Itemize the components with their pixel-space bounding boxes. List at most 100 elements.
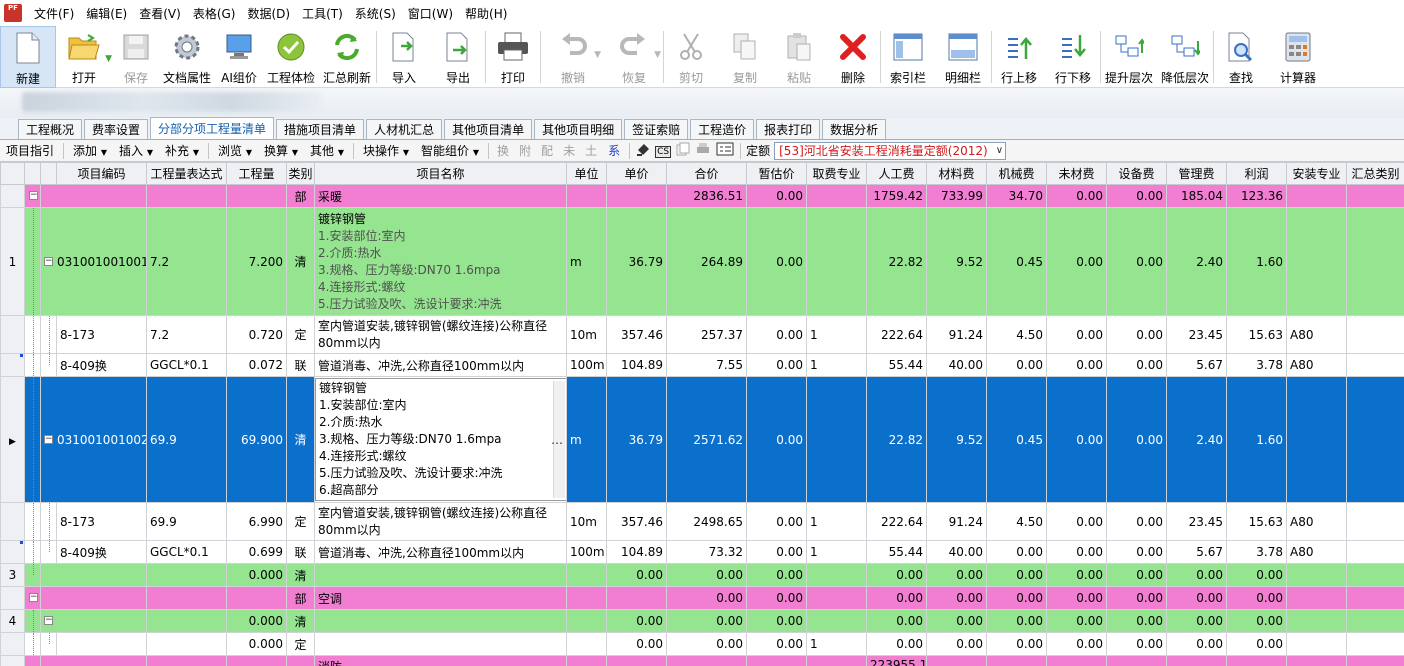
name-cell[interactable]: 室内管道安装,镀锌钢管(螺纹连接)公称直径80mm以内	[314, 502, 567, 541]
code-cell[interactable]	[40, 655, 147, 666]
header-total[interactable]: 合价	[666, 162, 747, 185]
coefficient-button[interactable]: 系	[602, 142, 626, 159]
estimated-cell[interactable]: 0.00	[746, 353, 807, 377]
summary-cell[interactable]	[1346, 184, 1404, 208]
delete-button[interactable]: 删除	[826, 26, 880, 88]
summary-cell[interactable]	[1346, 586, 1404, 610]
spec-cell[interactable]	[1286, 632, 1347, 656]
management-cell[interactable]: 23.45	[1166, 315, 1227, 354]
category-cell[interactable]: 定	[286, 315, 315, 354]
code-cell[interactable]: 8-409换	[56, 540, 147, 564]
unit-cell[interactable]: m	[566, 207, 607, 316]
tab-report-print[interactable]: 报表打印	[756, 119, 821, 139]
quantity-cell[interactable]: 0.072	[226, 353, 287, 377]
total-cell[interactable]: 0.00	[666, 586, 747, 610]
header-category[interactable]: 类别	[286, 162, 315, 185]
block-operation-menu[interactable]: 块操作 ▼	[357, 142, 415, 159]
material-cell[interactable]	[926, 655, 987, 666]
price-cell[interactable]	[606, 655, 667, 666]
summary-cell[interactable]	[1346, 207, 1404, 316]
collapse-icon[interactable]: −	[29, 593, 38, 602]
profit-cell[interactable]: 3.78	[1226, 353, 1287, 377]
material-cell[interactable]: 91.24	[926, 315, 987, 354]
material-cell[interactable]: 0.00	[926, 632, 987, 656]
total-cell[interactable]: 0.00	[666, 609, 747, 633]
unpriced-cell[interactable]	[1046, 655, 1107, 666]
header-name[interactable]: 项目名称	[314, 162, 567, 185]
collapse-icon[interactable]: −	[29, 191, 38, 200]
name-cell[interactable]: 消防	[314, 655, 567, 666]
labor-cell[interactable]: 22.82	[866, 376, 927, 503]
quantity-cell[interactable]: 0.000	[226, 563, 287, 587]
header-expression[interactable]: 工程量表达式	[146, 162, 227, 185]
collapse-icon[interactable]: −	[44, 256, 53, 266]
spec-cell[interactable]	[1286, 655, 1347, 666]
ai-price-button[interactable]: AI组价	[214, 26, 264, 88]
unpriced-cell[interactable]: 0.00	[1046, 353, 1107, 377]
estimated-cell[interactable]: 0.00	[746, 502, 807, 541]
management-cell[interactable]: 5.67	[1166, 540, 1227, 564]
tree-cell[interactable]: −	[24, 586, 41, 610]
profit-cell[interactable]: 1.60	[1226, 376, 1287, 503]
profit-cell[interactable]: 3.78	[1226, 540, 1287, 564]
save-button[interactable]: 保存	[112, 26, 160, 88]
add-menu[interactable]: 添加 ▼	[67, 142, 113, 159]
header-material[interactable]: 材料费	[926, 162, 987, 185]
material-cell[interactable]: 0.00	[926, 609, 987, 633]
header-unpriced-material[interactable]: 未材费	[1046, 162, 1107, 185]
category-cell[interactable]: 清	[286, 207, 315, 316]
unpriced-cell[interactable]: 0.00	[1046, 586, 1107, 610]
quantity-cell[interactable]: 0.000	[226, 609, 287, 633]
menu-view[interactable]: 查看(V)	[133, 5, 187, 22]
equipment-cell[interactable]: 0.00	[1106, 632, 1167, 656]
price-cell[interactable]: 36.79	[606, 376, 667, 503]
price-cell[interactable]	[606, 184, 667, 208]
name-cell[interactable]: 管道消毒、冲洗,公称直径100mm以内	[314, 540, 567, 564]
supplement-menu[interactable]: 补充 ▼	[159, 142, 205, 159]
equipment-cell[interactable]: 0.00	[1106, 502, 1167, 541]
new-button[interactable]: 新建	[0, 26, 56, 88]
machine-cell[interactable]: 0.00	[986, 540, 1047, 564]
unit-cell[interactable]: 100m	[566, 540, 607, 564]
machine-cell[interactable]: 4.50	[986, 502, 1047, 541]
code-cell[interactable]: −031001001001	[40, 207, 147, 316]
list-view-icon[interactable]	[713, 142, 737, 159]
tab-data-analysis[interactable]: 数据分析	[822, 119, 887, 139]
row-up-button[interactable]: 行上移	[992, 26, 1046, 88]
labor-cell[interactable]: 223955.1	[866, 655, 927, 666]
table-row-section[interactable]: − 部 采暖 2836.51 0.00 1759.42 733.99 34.70…	[0, 184, 1404, 208]
total-cell[interactable]: 73.32	[666, 540, 747, 564]
quota-select[interactable]: [53]河北省安装工程消耗量定额(2012) ∨	[774, 141, 1007, 160]
labor-cell[interactable]: 0.00	[866, 563, 927, 587]
spec-cell[interactable]: A80	[1286, 540, 1347, 564]
row-down-button[interactable]: 行下移	[1046, 26, 1100, 88]
open-button[interactable]: 打开 ▼	[56, 26, 112, 88]
cut-button[interactable]: 剪切	[664, 26, 718, 88]
code-cell[interactable]: 8-173	[56, 315, 147, 354]
fee-cell[interactable]: 1	[806, 540, 867, 564]
category-cell[interactable]: 清	[286, 376, 315, 503]
table-row-list-item-selected[interactable]: ▶ −031001001002 69.9 69.900 清 镀锌钢管 1.安装部…	[0, 376, 1404, 503]
management-cell[interactable]: 185.04	[1166, 184, 1227, 208]
estimated-cell[interactable]: 0.00	[746, 586, 807, 610]
equipment-cell[interactable]: 0.00	[1106, 315, 1167, 354]
labor-cell[interactable]: 222.64	[866, 315, 927, 354]
tab-labor-material-summary[interactable]: 人材机汇总	[366, 119, 443, 139]
cs-button[interactable]: CS	[653, 143, 673, 158]
labor-cell[interactable]: 222.64	[866, 502, 927, 541]
price-cell[interactable]: 0.00	[606, 609, 667, 633]
machine-cell[interactable]	[986, 655, 1047, 666]
total-cell[interactable]: 7.55	[666, 353, 747, 377]
unit-cell[interactable]: m	[566, 376, 607, 503]
equipment-cell[interactable]: 0.00	[1106, 609, 1167, 633]
menu-window[interactable]: 窗口(W)	[402, 5, 459, 22]
spec-cell[interactable]	[1286, 586, 1347, 610]
fee-cell[interactable]	[806, 609, 867, 633]
index-panel-button[interactable]: 索引栏	[881, 26, 935, 88]
header-fee-specialty[interactable]: 取费专业	[806, 162, 867, 185]
material-cell[interactable]: 40.00	[926, 353, 987, 377]
insert-menu[interactable]: 插入 ▼	[113, 142, 159, 159]
profit-cell[interactable]: 15.63	[1226, 502, 1287, 541]
print-button[interactable]: 打印	[486, 26, 540, 88]
expression-cell[interactable]: GGCL*0.1	[146, 353, 227, 377]
